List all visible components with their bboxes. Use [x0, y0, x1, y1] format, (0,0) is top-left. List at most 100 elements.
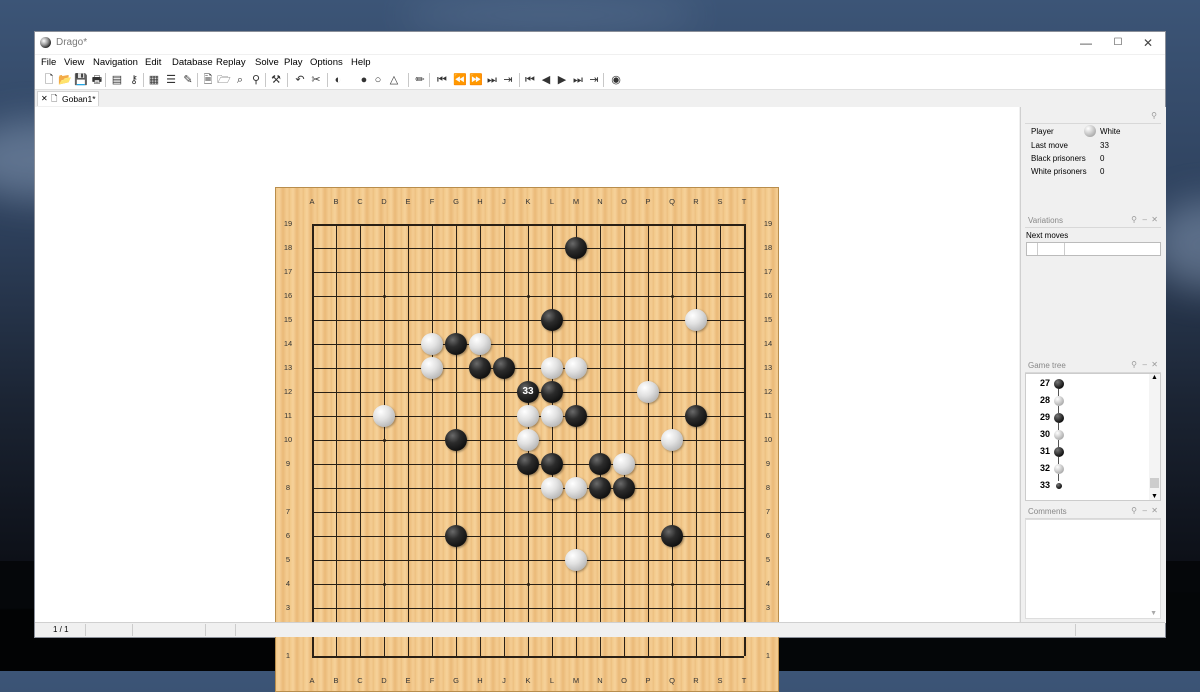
- black-stone-K12[interactable]: 33: [517, 381, 539, 403]
- game-tree-view[interactable]: 27 28 29 30 31 32 33: [1025, 373, 1161, 501]
- engine-icon[interactable]: ◉: [609, 73, 623, 87]
- tab-close-icon[interactable]: ✕: [41, 92, 48, 106]
- open-db-icon[interactable]: 🗁: [217, 73, 231, 87]
- info-panel-header[interactable]: ⚲: [1025, 111, 1161, 124]
- black-stone-G6[interactable]: [445, 525, 467, 547]
- menu-file[interactable]: File: [41, 57, 56, 68]
- black-stone-L9[interactable]: [541, 453, 563, 475]
- tools-icon[interactable]: ⚒: [269, 73, 283, 87]
- tree-black-stone-node[interactable]: [1054, 481, 1064, 491]
- menu-help[interactable]: Help: [351, 57, 371, 68]
- game-info-icon[interactable]: ▦: [147, 73, 161, 87]
- black-stone-Q6[interactable]: [661, 525, 683, 547]
- variation-start-icon[interactable]: ⏮: [523, 73, 537, 87]
- open-folder-icon[interactable]: 📂: [58, 73, 72, 87]
- minimize-panel-icon[interactable]: –: [1143, 506, 1147, 515]
- white-stone-Q10[interactable]: [661, 429, 683, 451]
- search-pattern-icon[interactable]: ⌕: [233, 73, 247, 87]
- white-stone-L13[interactable]: [541, 357, 563, 379]
- save-icon[interactable]: 💾: [74, 73, 88, 87]
- menu-navigation[interactable]: Navigation: [93, 57, 138, 68]
- white-stone-F13[interactable]: [421, 357, 443, 379]
- menu-view[interactable]: View: [64, 57, 84, 68]
- markup-icon[interactable]: △: [387, 73, 401, 87]
- scissors-icon[interactable]: ✂: [309, 73, 323, 87]
- list-icon[interactable]: ☰: [164, 73, 178, 87]
- menu-replay[interactable]: Replay: [216, 57, 246, 68]
- comments-panel-header[interactable]: Comments ⚲ – ✕: [1025, 506, 1161, 519]
- fast-forward-icon[interactable]: ⏩: [469, 73, 483, 87]
- stone-toggle-icon[interactable]: ◐: [331, 73, 345, 87]
- next-moves-strip[interactable]: [1026, 242, 1161, 256]
- scroll-up-icon[interactable]: ▲: [1151, 374, 1158, 381]
- tree-white-stone-node[interactable]: [1054, 430, 1064, 440]
- goto-move-icon[interactable]: ⇥: [501, 73, 515, 87]
- pin-icon[interactable]: ⚲: [1131, 360, 1137, 369]
- minimize-button[interactable]: —: [1071, 32, 1101, 54]
- pencil-icon[interactable]: ✏: [413, 73, 427, 87]
- close-panel-icon[interactable]: ✕: [1151, 506, 1158, 515]
- tree-black-stone-node[interactable]: [1054, 447, 1064, 457]
- black-stone-N8[interactable]: [589, 477, 611, 499]
- white-stone-K11[interactable]: [517, 405, 539, 427]
- menu-edit[interactable]: Edit: [145, 57, 161, 68]
- white-stone-K10[interactable]: [517, 429, 539, 451]
- white-stone-M5[interactable]: [565, 549, 587, 571]
- black-stone-J13[interactable]: [493, 357, 515, 379]
- next-variation-icon[interactable]: ⇥: [587, 73, 601, 87]
- scroll-thumb[interactable]: [1150, 478, 1159, 488]
- white-stone-L11[interactable]: [541, 405, 563, 427]
- folder-icon[interactable]: ▤: [110, 73, 124, 87]
- game-tree-panel-header[interactable]: Game tree ⚲ – ✕: [1025, 360, 1161, 373]
- black-stone-M18[interactable]: [565, 237, 587, 259]
- new-db-icon[interactable]: 🗎: [201, 73, 215, 87]
- tree-black-stone-node[interactable]: [1054, 413, 1064, 423]
- undo-icon[interactable]: ↶: [293, 73, 307, 87]
- black-stone-L12[interactable]: [541, 381, 563, 403]
- close-panel-icon[interactable]: ✕: [1151, 360, 1158, 369]
- white-stone-M8[interactable]: [565, 477, 587, 499]
- black-stone-icon[interactable]: ●: [357, 73, 371, 87]
- minimize-panel-icon[interactable]: –: [1143, 215, 1147, 224]
- black-stone-H13[interactable]: [469, 357, 491, 379]
- search-icon[interactable]: ⚲: [249, 73, 263, 87]
- pin-icon[interactable]: ⚲: [1131, 506, 1137, 515]
- pin-icon[interactable]: ⚲: [1151, 111, 1157, 120]
- variation-end-icon[interactable]: ⏭: [571, 73, 585, 87]
- white-stone-D11[interactable]: [373, 405, 395, 427]
- prev-move-icon[interactable]: ◀: [539, 73, 553, 87]
- black-stone-L15[interactable]: [541, 309, 563, 331]
- go-board[interactable]: A A B B C C D D E E F F G G H H J J K K L L M M N N O O P P Q Q R R S S T T 19…: [275, 187, 779, 692]
- black-stone-M11[interactable]: [565, 405, 587, 427]
- black-stone-K9[interactable]: [517, 453, 539, 475]
- variations-panel-header[interactable]: Variations ⚲ – ✕: [1025, 215, 1161, 228]
- scroll-down-icon[interactable]: ▼: [1150, 610, 1157, 617]
- white-stone-H14[interactable]: [469, 333, 491, 355]
- black-stone-N9[interactable]: [589, 453, 611, 475]
- black-stone-R11[interactable]: [685, 405, 707, 427]
- tree-white-stone-node[interactable]: [1054, 396, 1064, 406]
- tree-white-stone-node[interactable]: [1054, 464, 1064, 474]
- black-stone-G10[interactable]: [445, 429, 467, 451]
- menu-options[interactable]: Options: [310, 57, 343, 68]
- white-stone-P12[interactable]: [637, 381, 659, 403]
- tree-black-stone-node[interactable]: [1054, 379, 1064, 389]
- menu-play[interactable]: Play: [284, 57, 302, 68]
- menu-solve[interactable]: Solve: [255, 57, 279, 68]
- signature-icon[interactable]: ✎: [181, 73, 195, 87]
- minimize-panel-icon[interactable]: –: [1143, 360, 1147, 369]
- close-panel-icon[interactable]: ✕: [1151, 215, 1158, 224]
- scroll-down-icon[interactable]: ▼: [1151, 493, 1158, 500]
- close-button[interactable]: ✕: [1133, 32, 1163, 54]
- black-stone-G14[interactable]: [445, 333, 467, 355]
- white-stone-icon[interactable]: ○: [371, 73, 385, 87]
- white-stone-F14[interactable]: [421, 333, 443, 355]
- fast-back-icon[interactable]: ⏪: [453, 73, 467, 87]
- print-icon[interactable]: 🖶: [90, 73, 104, 87]
- next-move-icon[interactable]: ▶: [555, 73, 569, 87]
- game-tree-scrollbar[interactable]: ▲ ▼: [1149, 374, 1160, 500]
- tab-goban1[interactable]: ✕ 🗋 Goban1*: [37, 91, 99, 106]
- title-bar[interactable]: Drago* — ☐ ✕: [35, 32, 1165, 54]
- white-stone-R15[interactable]: [685, 309, 707, 331]
- last-move-icon[interactable]: ⏭: [485, 73, 499, 87]
